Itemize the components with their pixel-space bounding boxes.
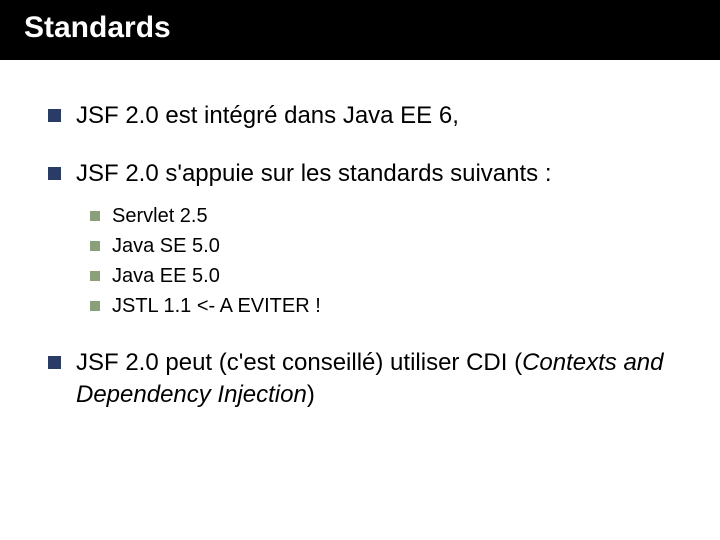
- bullet-list: JSF 2.0 est intégré dans Java EE 6, JSF …: [48, 100, 692, 412]
- list-item: Java EE 5.0: [90, 261, 692, 291]
- list-item: Servlet 2.5: [90, 201, 692, 231]
- list-item: JSTL 1.1 <- A EVITER !: [90, 291, 692, 321]
- bullet-text: JSF 2.0 est intégré dans Java EE 6,: [76, 102, 459, 129]
- slide-title: Standards: [24, 11, 171, 45]
- bullet-text: JSF 2.0 s'appuie sur les standards suiva…: [76, 160, 552, 187]
- list-item: Java SE 5.0: [90, 231, 692, 261]
- bullet-text: Servlet 2.5: [112, 205, 208, 227]
- list-item: JSF 2.0 est intégré dans Java EE 6,: [48, 100, 692, 132]
- list-item: JSF 2.0 s'appuie sur les standards suiva…: [48, 158, 692, 320]
- list-item: JSF 2.0 peut (c'est conseillé) utiliser …: [48, 347, 692, 412]
- bullet-text-post: ): [307, 381, 315, 408]
- bullet-text: Java SE 5.0: [112, 235, 220, 257]
- title-band: Standards: [0, 0, 720, 60]
- bullet-text-pre: JSF 2.0 peut (c'est conseillé) utiliser …: [76, 349, 522, 376]
- bullet-text: JSTL 1.1 <- A EVITER !: [112, 295, 321, 317]
- slide-content: JSF 2.0 est intégré dans Java EE 6, JSF …: [0, 60, 720, 412]
- slide: Standards JSF 2.0 est intégré dans Java …: [0, 0, 720, 540]
- bullet-text: Java EE 5.0: [112, 265, 220, 287]
- sub-bullet-list: Servlet 2.5 Java SE 5.0 Java EE 5.0 JSTL…: [76, 201, 692, 321]
